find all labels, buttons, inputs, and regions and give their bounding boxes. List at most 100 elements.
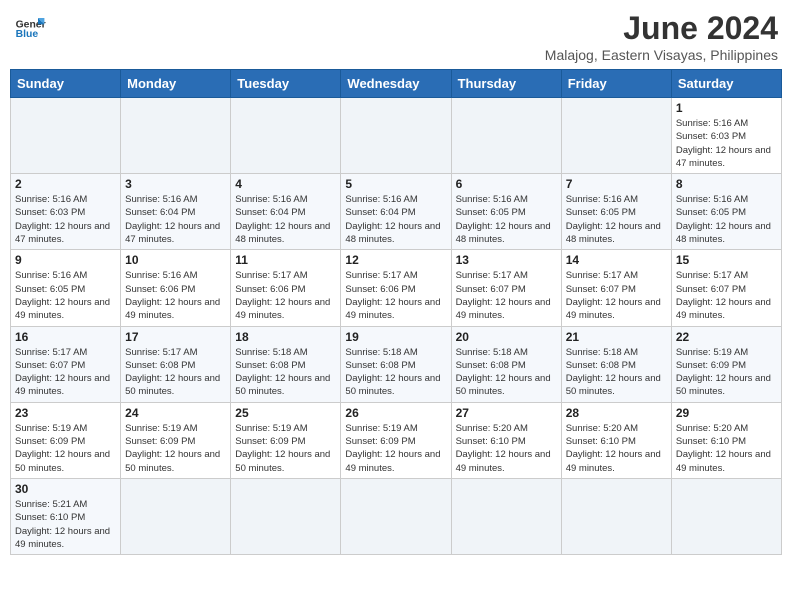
day-number: 27 [456,406,557,420]
day-info: Sunrise: 5:19 AM Sunset: 6:09 PM Dayligh… [345,422,446,475]
title-area: June 2024 Malajog, Eastern Visayas, Phil… [545,10,778,63]
day-info: Sunrise: 5:17 AM Sunset: 6:08 PM Dayligh… [125,346,226,399]
calendar-cell [231,98,341,174]
calendar-cell: 26 Sunrise: 5:19 AM Sunset: 6:09 PM Dayli… [341,402,451,478]
calendar-subtitle: Malajog, Eastern Visayas, Philippines [545,47,778,63]
day-info: Sunrise: 5:16 AM Sunset: 6:04 PM Dayligh… [345,193,446,246]
day-info: Sunrise: 5:16 AM Sunset: 6:03 PM Dayligh… [676,117,777,170]
day-number: 30 [15,482,116,496]
calendar-cell [451,478,561,554]
calendar-cell [341,478,451,554]
weekday-header-wednesday: Wednesday [341,70,451,98]
day-number: 25 [235,406,336,420]
weekday-header-sunday: Sunday [11,70,121,98]
calendar-cell: 30 Sunrise: 5:21 AM Sunset: 6:10 PM Dayli… [11,478,121,554]
day-info: Sunrise: 5:21 AM Sunset: 6:10 PM Dayligh… [15,498,116,551]
calendar-cell: 22Sunrise: 5:19 AM Sunset: 6:09 PM Dayli… [671,326,781,402]
day-info: Sunrise: 5:18 AM Sunset: 6:08 PM Dayligh… [566,346,667,399]
weekday-header-saturday: Saturday [671,70,781,98]
day-number: 11 [235,253,336,267]
calendar-cell: 25 Sunrise: 5:19 AM Sunset: 6:09 PM Dayli… [231,402,341,478]
day-info: Sunrise: 5:17 AM Sunset: 6:06 PM Dayligh… [235,269,336,322]
calendar-cell: 16Sunrise: 5:17 AM Sunset: 6:07 PM Dayli… [11,326,121,402]
day-info: Sunrise: 5:16 AM Sunset: 6:04 PM Dayligh… [235,193,336,246]
weekday-header-friday: Friday [561,70,671,98]
weekday-header-tuesday: Tuesday [231,70,341,98]
calendar-cell: 29 Sunrise: 5:20 AM Sunset: 6:10 PM Dayli… [671,402,781,478]
calendar-cell: 24Sunrise: 5:19 AM Sunset: 6:09 PM Dayli… [121,402,231,478]
calendar-header: General Blue June 2024 Malajog, Eastern … [10,10,782,63]
logo-icon: General Blue [14,10,46,42]
day-number: 4 [235,177,336,191]
day-number: 19 [345,330,446,344]
day-info: Sunrise: 5:16 AM Sunset: 6:05 PM Dayligh… [15,269,116,322]
calendar-week-4: 23 Sunrise: 5:19 AM Sunset: 6:09 PM Dayli… [11,402,782,478]
day-info: Sunrise: 5:16 AM Sunset: 6:03 PM Dayligh… [15,193,116,246]
calendar-cell: 1Sunrise: 5:16 AM Sunset: 6:03 PM Daylig… [671,98,781,174]
calendar-table: SundayMondayTuesdayWednesdayThursdayFrid… [10,69,782,555]
calendar-cell: 23 Sunrise: 5:19 AM Sunset: 6:09 PM Dayli… [11,402,121,478]
calendar-cell: 21Sunrise: 5:18 AM Sunset: 6:08 PM Dayli… [561,326,671,402]
calendar-week-0: 1Sunrise: 5:16 AM Sunset: 6:03 PM Daylig… [11,98,782,174]
calendar-cell [561,478,671,554]
calendar-cell: 9 Sunrise: 5:16 AM Sunset: 6:05 PM Daylig… [11,250,121,326]
day-info: Sunrise: 5:18 AM Sunset: 6:08 PM Dayligh… [345,346,446,399]
day-info: Sunrise: 5:17 AM Sunset: 6:07 PM Dayligh… [566,269,667,322]
day-number: 23 [15,406,116,420]
calendar-cell: 14 Sunrise: 5:17 AM Sunset: 6:07 PM Dayli… [561,250,671,326]
day-number: 9 [15,253,116,267]
calendar-cell: 11 Sunrise: 5:17 AM Sunset: 6:06 PM Dayli… [231,250,341,326]
day-info: Sunrise: 5:19 AM Sunset: 6:09 PM Dayligh… [676,346,777,399]
day-info: Sunrise: 5:16 AM Sunset: 6:05 PM Dayligh… [676,193,777,246]
calendar-cell: 20 Sunrise: 5:18 AM Sunset: 6:08 PM Dayli… [451,326,561,402]
day-number: 13 [456,253,557,267]
day-number: 18 [235,330,336,344]
day-info: Sunrise: 5:19 AM Sunset: 6:09 PM Dayligh… [125,422,226,475]
calendar-cell: 12Sunrise: 5:17 AM Sunset: 6:06 PM Dayli… [341,250,451,326]
day-number: 8 [676,177,777,191]
day-number: 12 [345,253,446,267]
calendar-week-3: 16Sunrise: 5:17 AM Sunset: 6:07 PM Dayli… [11,326,782,402]
calendar-cell: 5Sunrise: 5:16 AM Sunset: 6:04 PM Daylig… [341,174,451,250]
day-info: Sunrise: 5:16 AM Sunset: 6:05 PM Dayligh… [566,193,667,246]
calendar-cell: 4 Sunrise: 5:16 AM Sunset: 6:04 PM Daylig… [231,174,341,250]
day-info: Sunrise: 5:19 AM Sunset: 6:09 PM Dayligh… [235,422,336,475]
day-number: 2 [15,177,116,191]
day-number: 10 [125,253,226,267]
calendar-cell [341,98,451,174]
day-info: Sunrise: 5:20 AM Sunset: 6:10 PM Dayligh… [566,422,667,475]
logo: General Blue [14,10,46,42]
calendar-cell: 19 Sunrise: 5:18 AM Sunset: 6:08 PM Dayli… [341,326,451,402]
day-number: 7 [566,177,667,191]
calendar-cell: 6 Sunrise: 5:16 AM Sunset: 6:05 PM Daylig… [451,174,561,250]
day-number: 26 [345,406,446,420]
day-number: 15 [676,253,777,267]
weekday-header-thursday: Thursday [451,70,561,98]
calendar-cell: 18Sunrise: 5:18 AM Sunset: 6:08 PM Dayli… [231,326,341,402]
calendar-week-2: 9 Sunrise: 5:16 AM Sunset: 6:05 PM Daylig… [11,250,782,326]
calendar-cell [231,478,341,554]
day-info: Sunrise: 5:16 AM Sunset: 6:04 PM Dayligh… [125,193,226,246]
day-number: 28 [566,406,667,420]
calendar-cell: 28 Sunrise: 5:20 AM Sunset: 6:10 PM Dayli… [561,402,671,478]
calendar-cell [121,478,231,554]
day-info: Sunrise: 5:20 AM Sunset: 6:10 PM Dayligh… [676,422,777,475]
day-info: Sunrise: 5:20 AM Sunset: 6:10 PM Dayligh… [456,422,557,475]
calendar-cell: 15 Sunrise: 5:17 AM Sunset: 6:07 PM Dayli… [671,250,781,326]
day-info: Sunrise: 5:17 AM Sunset: 6:07 PM Dayligh… [676,269,777,322]
svg-text:Blue: Blue [16,29,39,40]
calendar-cell [561,98,671,174]
calendar-cell [451,98,561,174]
calendar-cell [121,98,231,174]
day-info: Sunrise: 5:19 AM Sunset: 6:09 PM Dayligh… [15,422,116,475]
day-number: 6 [456,177,557,191]
day-number: 29 [676,406,777,420]
day-info: Sunrise: 5:16 AM Sunset: 6:05 PM Dayligh… [456,193,557,246]
calendar-cell: 10Sunrise: 5:16 AM Sunset: 6:06 PM Dayli… [121,250,231,326]
calendar-cell [11,98,121,174]
calendar-cell: 7 Sunrise: 5:16 AM Sunset: 6:05 PM Daylig… [561,174,671,250]
day-info: Sunrise: 5:18 AM Sunset: 6:08 PM Dayligh… [456,346,557,399]
day-number: 14 [566,253,667,267]
day-number: 20 [456,330,557,344]
calendar-cell: 27 Sunrise: 5:20 AM Sunset: 6:10 PM Dayli… [451,402,561,478]
